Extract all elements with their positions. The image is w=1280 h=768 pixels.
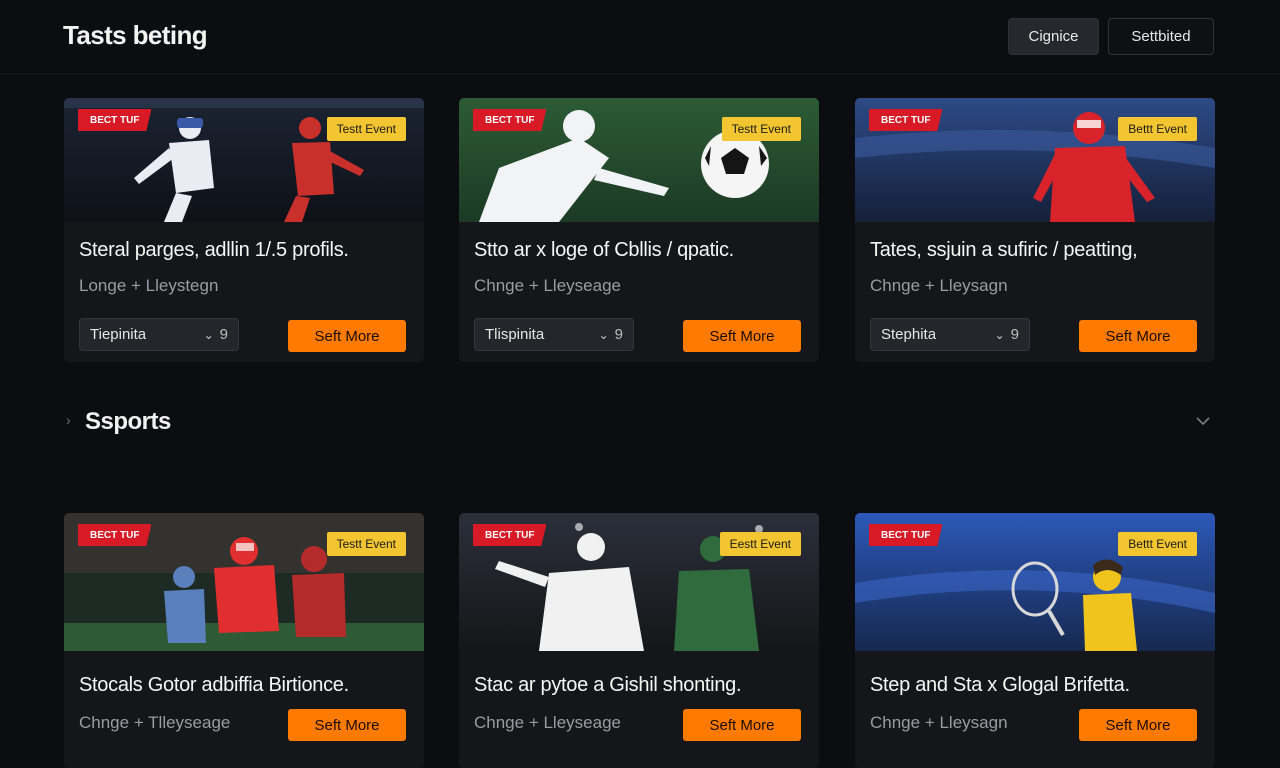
- see-more-button[interactable]: Seft More: [683, 709, 801, 741]
- card-badge: BECT TUF: [869, 109, 943, 131]
- event-card[interactable]: BECT TUF Eestt Event Stac ar pytoe a Gis…: [459, 513, 819, 768]
- card-subtitle: Chnge + Lleyseage: [474, 713, 621, 732]
- event-card[interactable]: BECT TUF Testt Event Stto ar x loge of C…: [459, 98, 819, 362]
- card-badge: BECT TUF: [473, 524, 547, 546]
- see-more-button[interactable]: Seft More: [288, 320, 406, 352]
- event-tag: Eestt Event: [719, 532, 801, 556]
- odds-select[interactable]: Tiepinita ⌄ 9: [79, 318, 239, 351]
- card-title: Tates, ssjuin a sufiric / peatting,: [870, 239, 1138, 261]
- card-title: Stocals Gotor adbiffia Birtionce.: [79, 674, 349, 696]
- chevron-down-icon: [1196, 417, 1210, 426]
- card-title: Step and Sta x Glogal Brifetta.: [870, 674, 1130, 696]
- top-bar: Tasts beting Cignice Settbited: [0, 0, 1280, 74]
- event-tag: Bettt Event: [1118, 117, 1197, 141]
- see-more-button[interactable]: Seft More: [1079, 709, 1197, 741]
- see-more-button[interactable]: Seft More: [683, 320, 801, 352]
- chevron-down-icon: ⌄: [994, 327, 1005, 342]
- section-title: Ssports: [85, 408, 171, 435]
- header-secondary-button[interactable]: Settbited: [1108, 18, 1214, 55]
- event-tag: Testt Event: [326, 117, 406, 141]
- app-title: Tasts beting: [63, 20, 208, 50]
- event-card[interactable]: BECT TUF Bettt Event Step and Sta x Glog…: [855, 513, 1215, 768]
- event-tag: Testt Event: [721, 117, 801, 141]
- card-badge: BECT TUF: [78, 109, 152, 131]
- card-title: Steral parges, adllin 1/.5 profils.: [79, 239, 349, 261]
- odds-select[interactable]: Stephita ⌄ 9: [870, 318, 1030, 351]
- see-more-button[interactable]: Seft More: [1079, 320, 1197, 352]
- event-tag: Testt Event: [326, 532, 406, 556]
- card-subtitle: Chnge + Tlleyseage: [79, 713, 231, 732]
- card-subtitle: Longe + Lleystegn: [79, 276, 219, 295]
- select-count: 9: [219, 326, 228, 343]
- select-count: 9: [614, 326, 623, 343]
- see-more-button[interactable]: Seft More: [288, 709, 406, 741]
- card-title: Stto ar x loge of Cbllis / qpatic.: [474, 239, 734, 261]
- event-card[interactable]: BECT TUF Bettt Event Tates, ssjuin a suf…: [855, 98, 1215, 362]
- card-badge: BECT TUF: [869, 524, 943, 546]
- select-value: Stephita: [881, 326, 937, 343]
- odds-select[interactable]: Tlispinita ⌄ 9: [474, 318, 634, 351]
- chevron-down-icon: ⌄: [598, 327, 609, 342]
- select-value: Tlispinita: [485, 326, 545, 343]
- chevron-down-icon: ⌄: [203, 327, 214, 342]
- event-tag: Bettt Event: [1118, 532, 1197, 556]
- card-subtitle: Chnge + Lleyseage: [474, 276, 621, 295]
- collapse-button[interactable]: [1192, 410, 1214, 432]
- card-badge: BECT TUF: [473, 109, 547, 131]
- event-card[interactable]: BECT TUF Testt Event Steral parges, adll…: [64, 98, 424, 362]
- card-subtitle: Chnge + Lleysagn: [870, 276, 1008, 295]
- select-count: 9: [1010, 326, 1019, 343]
- card-subtitle: Chnge + Lleysagn: [870, 713, 1008, 732]
- chevron-right-icon: ›: [66, 412, 71, 428]
- card-badge: BECT TUF: [78, 524, 152, 546]
- select-value: Tiepinita: [90, 326, 147, 343]
- card-title: Stac ar pytoe a Gishil shonting.: [474, 674, 742, 696]
- event-card[interactable]: BECT TUF Testt Event Stocals Gotor adbif…: [64, 513, 424, 768]
- header-primary-button[interactable]: Cignice: [1008, 18, 1099, 55]
- section-header: › Ssports: [0, 400, 1280, 444]
